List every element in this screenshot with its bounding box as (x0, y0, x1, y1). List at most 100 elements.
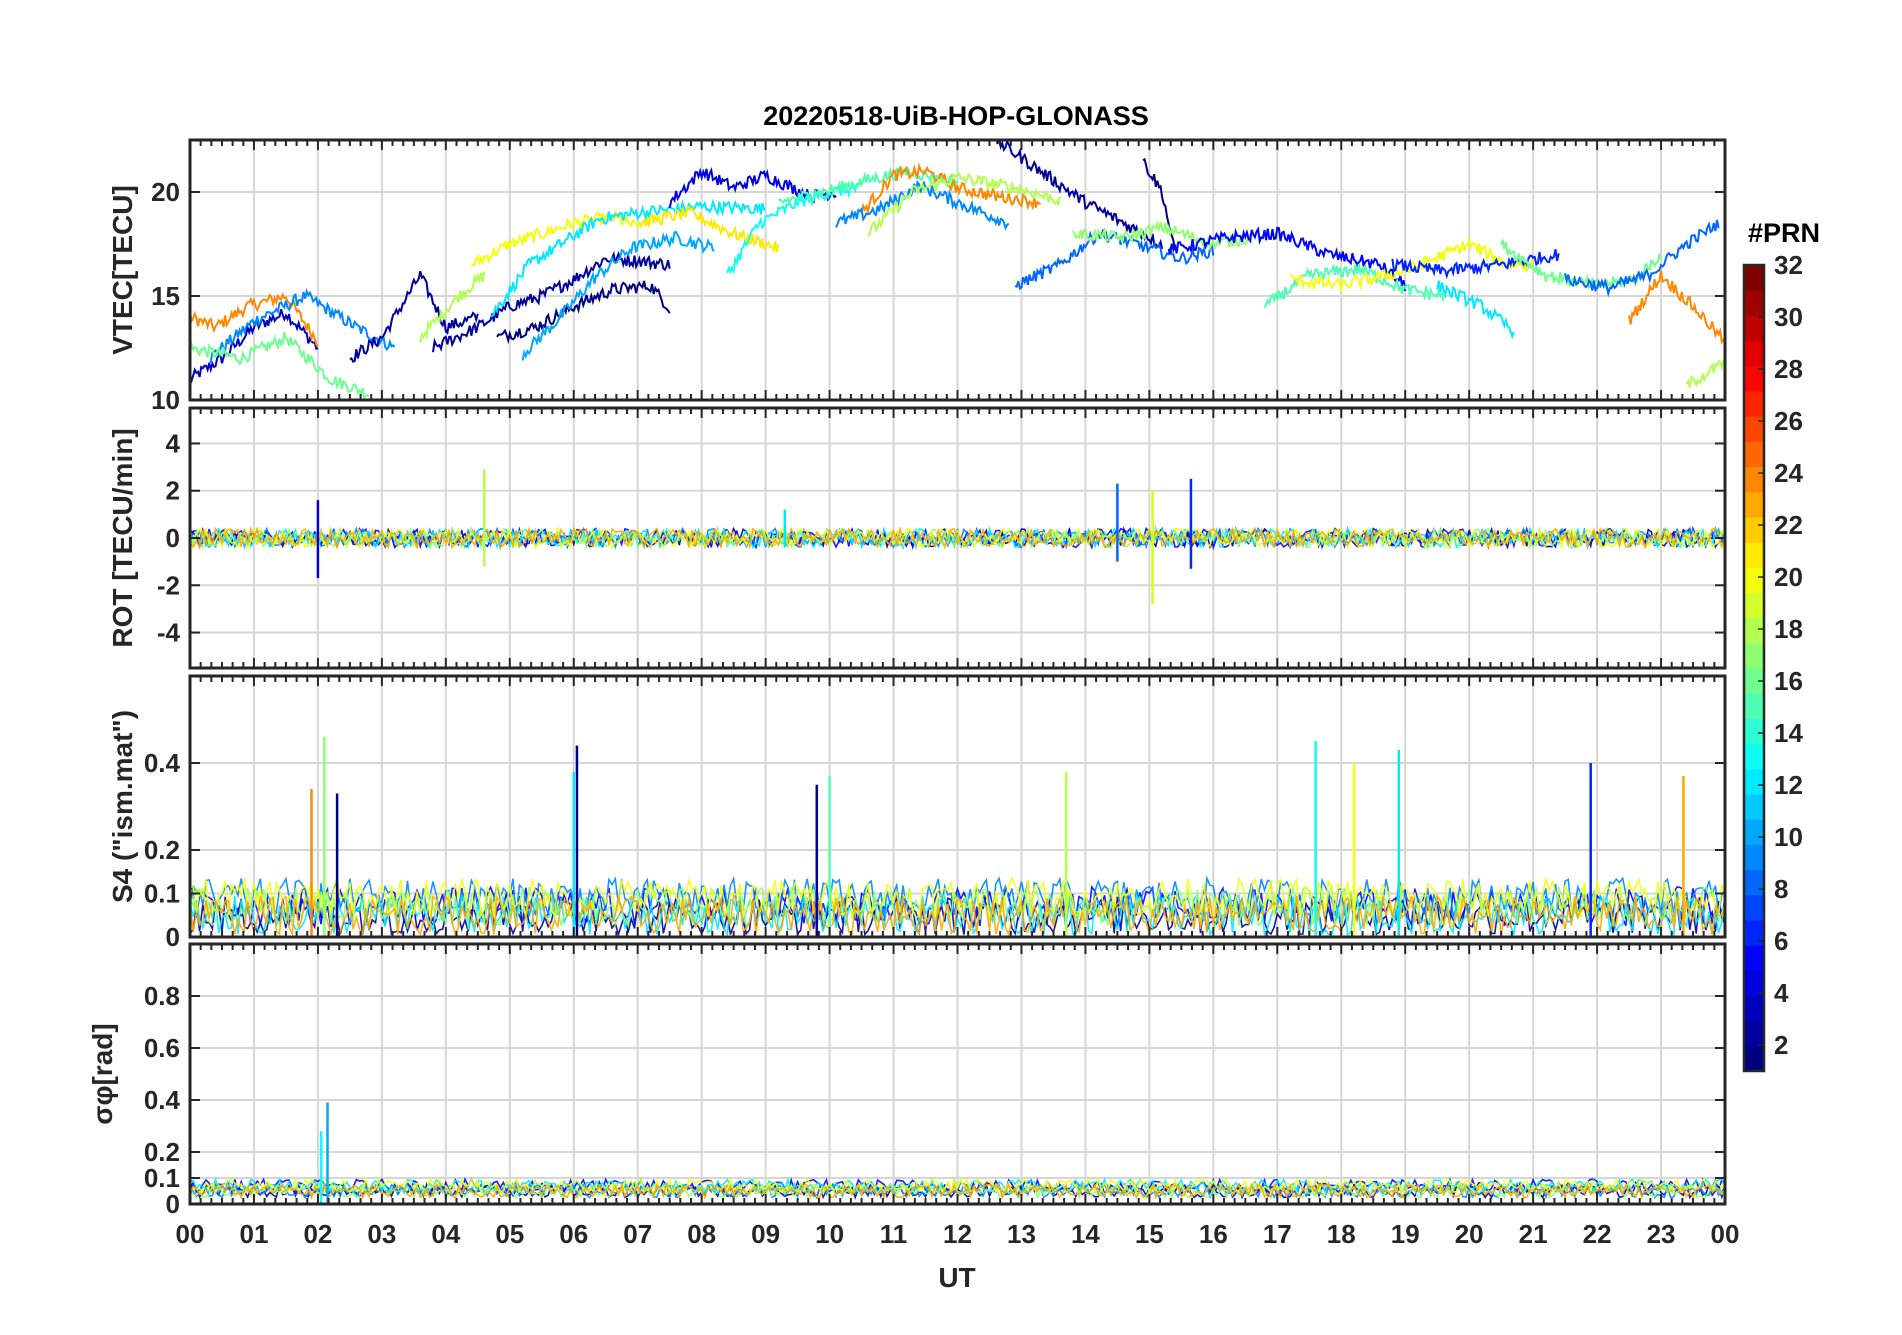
panels: 101520VTEC[TECU]-4-2024ROT [TECU/min]00.… (87, 138, 1740, 1293)
x-tick-label: 09 (751, 1219, 780, 1249)
colorbar-swatch (1744, 894, 1764, 921)
colorbar: 2468101214161820222426283032#PRN (1742, 218, 1820, 1073)
x-tick-label: 11 (880, 1219, 908, 1249)
x-tick-label: 04 (431, 1219, 460, 1249)
figure: 20220518-UiB-HOP-GLONASS 10 15 20 VTEC[TECU… (0, 0, 1902, 1330)
colorbar-swatch (1744, 416, 1764, 442)
colorbar-swatch (1744, 516, 1764, 543)
y-tick-label: 0.2 (144, 1137, 180, 1167)
y-tick-label: 4 (166, 428, 181, 458)
x-tick-label: 00 (176, 1219, 205, 1249)
x-tick-labels: 00 01 02 03 04 05 06 07 08 09 10 11 12 13 14 15 16 17 18 19… (176, 1219, 1740, 1249)
colorbar-swatch (1744, 441, 1764, 468)
x-tick-label: 22 (1583, 1219, 1612, 1249)
colorbar-swatch (1744, 919, 1764, 946)
x-tick-label: 19 (1391, 1219, 1420, 1249)
colorbar-swatch (1744, 844, 1764, 871)
colorbar-swatch (1744, 466, 1764, 493)
colorbar-swatch (1744, 693, 1764, 719)
colorbar-tick-label: 30 (1774, 302, 1803, 332)
y-axis-label: S4 ("ism.mat") (107, 710, 138, 903)
x-tick-label: 07 (623, 1219, 652, 1249)
colorbar-swatch (1744, 567, 1764, 594)
y-tick-label: 0.6 (144, 1033, 180, 1063)
x-tick-label: 06 (559, 1219, 588, 1249)
colorbar-swatch (1744, 592, 1764, 619)
y-tick-label: 0 (166, 1189, 180, 1219)
colorbar-swatch (1744, 390, 1764, 417)
x-tick-label: 20 (1455, 1219, 1484, 1249)
colorbar-tick-label: 10 (1774, 822, 1803, 852)
y-tick-label: -4 (157, 618, 181, 648)
panel-1: 10 15 20 VTEC[TECU] (107, 138, 1727, 415)
x-tick-label: 18 (1327, 1219, 1356, 1249)
colorbar-swatch (1744, 1045, 1764, 1072)
y-tick-label: 0.4 (144, 748, 181, 778)
colorbar-swatch (1744, 340, 1764, 367)
colorbar-swatch (1744, 793, 1764, 820)
colorbar-tick-label: 18 (1774, 614, 1803, 644)
y-tick-label: 10 (151, 385, 180, 415)
y-tick-label: 0.8 (144, 981, 180, 1011)
x-tick-label: 02 (303, 1219, 332, 1249)
colorbar-tick-label: 8 (1774, 874, 1788, 904)
colorbar-tick-label: 12 (1774, 770, 1803, 800)
y-tick-label: 20 (151, 177, 180, 207)
x-tick-label: 03 (367, 1219, 396, 1249)
colorbar-tick-label: 28 (1774, 354, 1803, 384)
colorbar-swatch (1744, 491, 1764, 518)
x-tick-label: 16 (1199, 1219, 1228, 1249)
colorbar-swatch (1744, 945, 1764, 971)
x-tick-label: 10 (815, 1219, 844, 1249)
colorbar-tick-label: 2 (1774, 1030, 1788, 1060)
x-tick-label: 12 (943, 1219, 972, 1249)
colorbar-tick-label: 26 (1774, 406, 1803, 436)
colorbar-swatch (1744, 819, 1764, 845)
y-tick-label: -2 (157, 570, 180, 600)
y-tick-label: 0 (166, 922, 180, 952)
x-tick-label: 14 (1071, 1219, 1100, 1249)
y-axis-label: ROT [TECU/min] (107, 428, 138, 647)
x-tick-label: 00 (1711, 1219, 1740, 1249)
y-axis-label: σφ[rad] (87, 1023, 118, 1124)
colorbar-tick-label: 16 (1774, 666, 1803, 696)
colorbar-swatch (1744, 995, 1764, 1022)
x-tick-label: 01 (239, 1219, 268, 1249)
y-tick-label: 0.1 (144, 1163, 180, 1193)
colorbar-swatch (1744, 542, 1764, 568)
colorbar-tick-label: 32 (1774, 250, 1803, 280)
x-tick-label: 15 (1135, 1219, 1164, 1249)
colorbar-swatch (1744, 768, 1764, 795)
panel-3: 0 0.1 0.2 0.4S4 ("ism.mat") (107, 674, 1727, 952)
x-tick-label: 08 (687, 1219, 716, 1249)
colorbar-tick-label: 20 (1774, 562, 1803, 592)
x-tick-label: 13 (1007, 1219, 1036, 1249)
colorbar-tick-label: 14 (1774, 718, 1803, 748)
y-tick-label: 2 (166, 476, 180, 506)
colorbar-swatch (1744, 290, 1764, 316)
colorbar-swatch (1744, 970, 1764, 997)
panel-4: 00.10.2 0.4 0.6 0.8 σφ[rad] (87, 942, 1727, 1219)
colorbar-tick-label: 4 (1774, 978, 1789, 1008)
y-tick-label: 0.1 (144, 879, 180, 909)
y-tick-label: 0.4 (144, 1085, 181, 1115)
colorbar-tick-label: 24 (1774, 458, 1803, 488)
colorbar-title: #PRN (1748, 218, 1820, 248)
colorbar-swatch (1744, 1020, 1764, 1047)
y-tick-label: 0 (166, 523, 180, 553)
x-tick-label: 17 (1263, 1219, 1292, 1249)
x-tick-label: 21 (1519, 1219, 1548, 1249)
colorbar-swatch (1744, 642, 1764, 669)
panel-2: -4 -2 0 2 4 ROT [TECU/min] (107, 406, 1727, 670)
colorbar-swatch (1744, 869, 1764, 896)
colorbar-tick-label: 22 (1774, 510, 1803, 540)
y-tick-label: 0.2 (144, 835, 180, 865)
y-tick-label: 15 (151, 281, 180, 311)
x-tick-label: 05 (495, 1219, 524, 1249)
y-axis-label: VTEC[TECU] (107, 185, 138, 355)
x-axis-label: UT (938, 1262, 975, 1293)
colorbar-swatch (1744, 617, 1764, 644)
figure-title: 20220518-UiB-HOP-GLONASS (763, 101, 1149, 131)
figure-svg: 20220518-UiB-HOP-GLONASS 101520VTEC[TECU… (87, 101, 1820, 1293)
colorbar-swatch (1744, 315, 1764, 342)
